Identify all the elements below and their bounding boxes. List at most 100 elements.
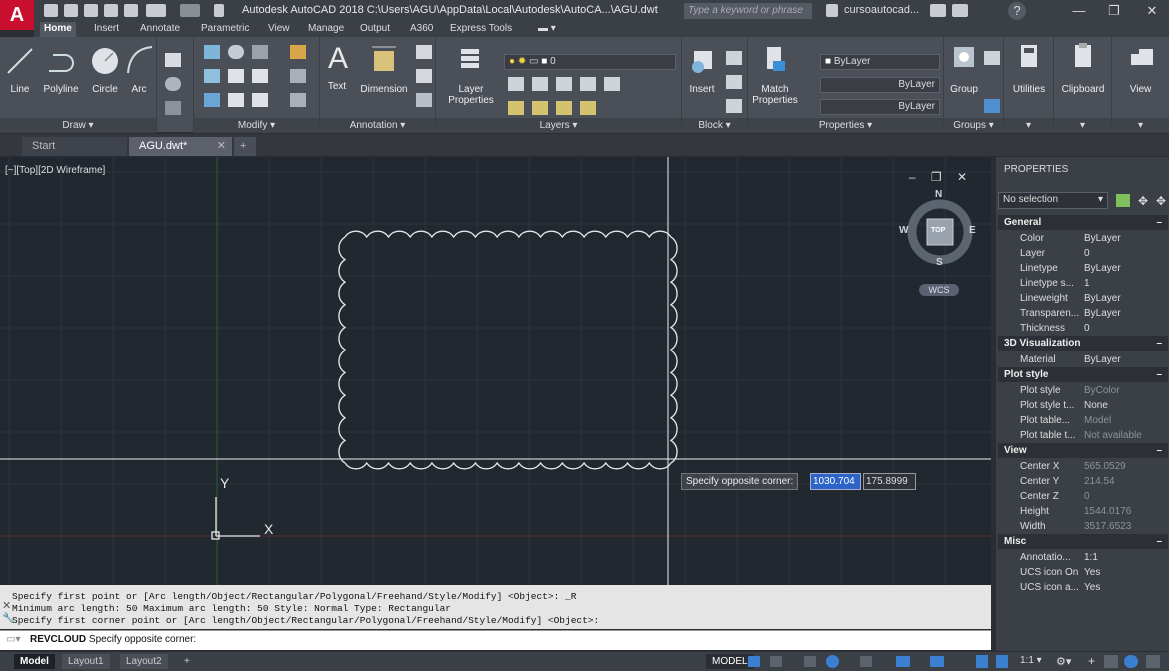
cart-icon[interactable] — [930, 4, 946, 17]
tab-insert[interactable]: Insert — [90, 22, 123, 37]
property-value[interactable]: 0 — [1084, 246, 1090, 261]
property-value[interactable]: ByColor — [1084, 383, 1120, 398]
application-menu-button[interactable]: A — [0, 0, 34, 30]
annotation-scale[interactable]: 1:1 ▾ — [1020, 655, 1042, 666]
property-value[interactable]: 565.0529 — [1084, 459, 1126, 474]
leader-icon[interactable] — [416, 45, 432, 59]
command-line-close-icon[interactable]: ✕ — [2, 599, 11, 612]
property-row[interactable]: Color ByLayer — [998, 231, 1168, 246]
quick-select-icon[interactable]: ✥ — [1156, 194, 1166, 208]
compass-west[interactable]: W — [899, 225, 908, 236]
section-header-view[interactable]: View – — [998, 443, 1168, 458]
section-header-plot[interactable]: Plot style – — [998, 367, 1168, 382]
layer-tool-icon[interactable] — [532, 101, 548, 115]
property-row[interactable]: Linetype ByLayer — [998, 261, 1168, 276]
insert-tool[interactable]: Insert — [684, 41, 720, 95]
property-row[interactable]: Material ByLayer — [998, 352, 1168, 367]
tab-layout2[interactable]: Layout2 — [120, 654, 168, 669]
property-row[interactable]: Plot table... Model — [998, 413, 1168, 428]
collapse-icon[interactable]: – — [1156, 534, 1162, 549]
group-select-icon[interactable] — [984, 99, 1000, 113]
property-value[interactable]: ByLayer — [1084, 231, 1121, 246]
utilities-tool[interactable]: Utilities — [1006, 41, 1052, 95]
view-panel-title[interactable]: ▾ — [1112, 118, 1169, 133]
close-tab-icon[interactable]: ✕ — [217, 137, 226, 156]
collapse-icon[interactable]: – — [1156, 443, 1162, 458]
property-value[interactable]: 1:1 — [1084, 550, 1098, 565]
clean-screen-icon[interactable] — [1146, 655, 1160, 668]
boundary-icon[interactable] — [165, 101, 181, 115]
property-value[interactable]: Yes — [1084, 565, 1100, 580]
ungroup-icon[interactable] — [984, 51, 1000, 65]
undo-icon[interactable] — [146, 4, 166, 17]
property-row[interactable]: Width 3517.6523 — [998, 519, 1168, 534]
tab-start[interactable]: Start — [22, 137, 127, 156]
linetype-dropdown[interactable]: ByLayer — [820, 77, 940, 93]
command-recent-icon[interactable]: ▭▾ — [6, 634, 20, 645]
layers-panel-title[interactable]: Layers ▾ — [436, 118, 681, 133]
tab-annotate[interactable]: Annotate — [136, 22, 184, 37]
tab-agu-dwt[interactable]: AGU.dwt* ✕ — [129, 137, 232, 156]
property-value[interactable]: 0 — [1084, 489, 1090, 504]
property-value[interactable]: 0 — [1084, 321, 1090, 336]
layer-tool-icon[interactable] — [580, 101, 596, 115]
compass-south[interactable]: S — [936, 257, 943, 268]
isodraft-icon[interactable] — [860, 656, 872, 667]
section-header-general[interactable]: General – — [998, 215, 1168, 230]
save-as-icon[interactable] — [104, 4, 118, 17]
property-value[interactable]: ByLayer — [1084, 261, 1121, 276]
toggle-pickadd-icon[interactable] — [1116, 194, 1130, 207]
property-value[interactable]: 1 — [1084, 276, 1090, 291]
arc-tool[interactable]: Arc — [124, 41, 154, 95]
modify-panel-title[interactable]: Modify ▾ — [194, 118, 319, 133]
property-value[interactable]: ByLayer — [1084, 306, 1121, 321]
revision-cloud[interactable] — [338, 230, 678, 470]
collapse-icon[interactable]: – — [1156, 215, 1162, 230]
line-tool[interactable]: Line — [4, 41, 36, 95]
explode-icon[interactable] — [290, 69, 306, 83]
viewport-label[interactable]: [−][Top][2D Wireframe] — [5, 165, 105, 176]
compass-north[interactable]: N — [935, 189, 942, 200]
tab-output[interactable]: Output — [356, 22, 394, 37]
move-icon[interactable] — [204, 45, 220, 59]
osnap-toggle-icon[interactable] — [896, 656, 910, 667]
scale-icon[interactable] — [228, 93, 244, 107]
layer-tool-icon[interactable] — [604, 77, 620, 91]
match-properties-tool[interactable]: Match Properties — [750, 41, 800, 106]
annotation-visibility-icon[interactable] — [976, 655, 988, 668]
property-row[interactable]: Linetype s... 1 — [998, 276, 1168, 291]
otrack-toggle-icon[interactable] — [930, 656, 944, 667]
plot-icon[interactable] — [124, 4, 138, 17]
stretch-icon[interactable] — [204, 93, 220, 107]
rectangle-icon[interactable] — [165, 53, 181, 67]
select-objects-icon[interactable]: ✥ — [1138, 194, 1148, 208]
annotation-monitor-icon[interactable]: + — [1088, 654, 1095, 668]
wcs-menu[interactable]: WCS — [919, 284, 959, 296]
dynamic-input-y[interactable]: 175.8999 — [863, 473, 916, 490]
selection-dropdown[interactable]: No selection ▾ — [998, 192, 1108, 209]
erase-icon[interactable] — [290, 45, 306, 59]
ribbon-options-icon[interactable]: ▬ ▾ — [534, 22, 560, 37]
color-dropdown[interactable]: ■ ByLayer — [820, 54, 940, 70]
text-tool[interactable]: A Text — [322, 41, 352, 92]
clipboard-panel-title[interactable]: ▾ — [1054, 118, 1111, 133]
property-row[interactable]: Center Z 0 — [998, 489, 1168, 504]
property-row[interactable]: Plot table t... Not available — [998, 428, 1168, 443]
polar-toggle-icon[interactable] — [826, 655, 839, 668]
groups-panel-title[interactable]: Groups ▾ — [944, 118, 1003, 133]
block-attributes-icon[interactable] — [726, 99, 742, 113]
mirror-icon[interactable] — [228, 69, 244, 83]
property-row[interactable]: Height 1544.0176 — [998, 504, 1168, 519]
tab-express-tools[interactable]: Express Tools — [446, 22, 516, 37]
layer-tool-icon[interactable] — [508, 77, 524, 91]
property-row[interactable]: Center Y 214.54 — [998, 474, 1168, 489]
section-header-misc[interactable]: Misc – — [998, 534, 1168, 549]
edit-block-icon[interactable] — [726, 75, 742, 89]
lineweight-dropdown[interactable]: ByLayer — [820, 99, 940, 115]
exchange-icon[interactable] — [952, 4, 968, 17]
section-header-viz[interactable]: 3D Visualization – — [998, 336, 1168, 351]
offset-icon[interactable] — [290, 93, 306, 107]
properties-panel-title[interactable]: Properties ▾ — [748, 118, 943, 133]
property-row[interactable]: Center X 565.0529 — [998, 459, 1168, 474]
compass-east[interactable]: E — [969, 225, 976, 236]
